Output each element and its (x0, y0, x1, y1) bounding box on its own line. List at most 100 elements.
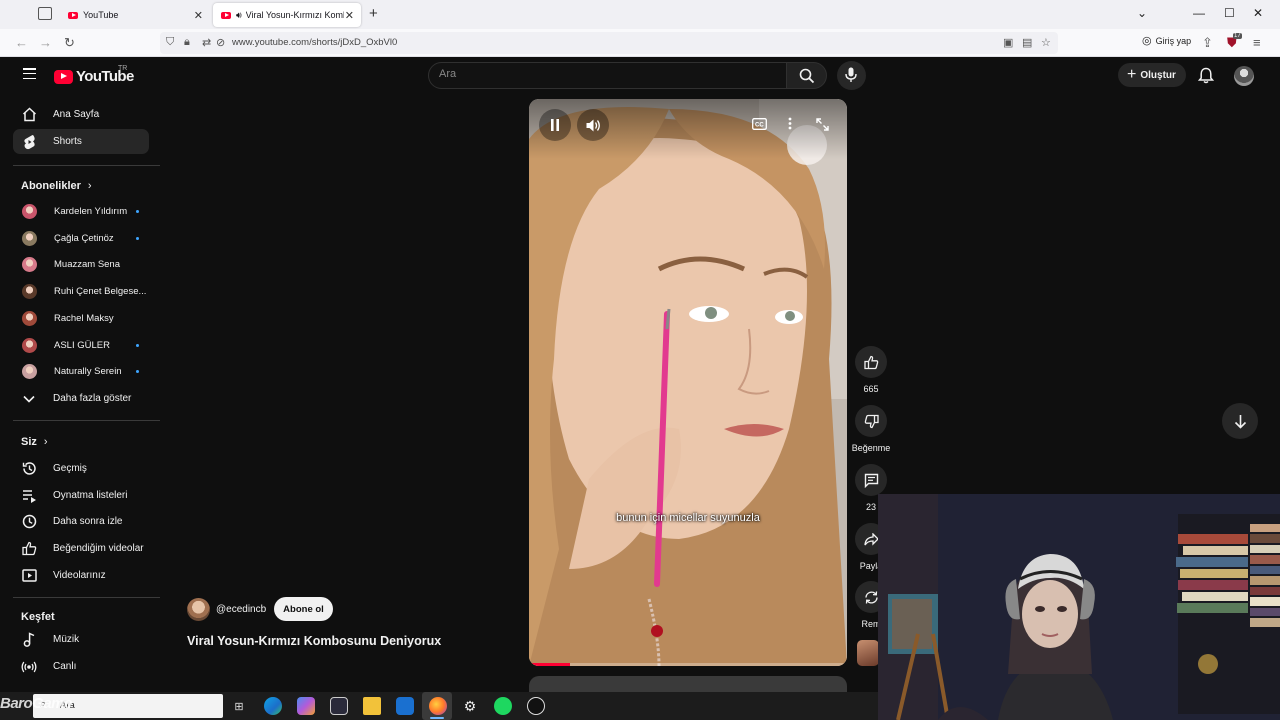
extensions-icon[interactable]: ⇪ (1202, 35, 1213, 51)
subscription-item[interactable]: Çağla Çetinöz (13, 226, 149, 251)
voice-search-button[interactable] (837, 61, 866, 90)
search-button[interactable] (786, 62, 827, 89)
file-explorer-icon[interactable] (363, 697, 381, 715)
channel-avatar (22, 231, 37, 246)
speaker-icon[interactable]: 🔊︎ (236, 10, 242, 21)
next-short-button[interactable] (1222, 403, 1258, 439)
channel-avatar (22, 311, 37, 326)
sidebar-divider (13, 597, 160, 598)
notifications-bell-icon[interactable] (1198, 67, 1214, 84)
live-icon (21, 659, 37, 675)
captions-button[interactable]: CC (752, 118, 767, 133)
home-icon (21, 107, 37, 123)
you-heading[interactable]: Siz › (21, 436, 48, 448)
new-tab-button[interactable]: + (369, 5, 378, 22)
channel-avatar (22, 284, 37, 299)
short-title[interactable]: Viral Yosun-Kırmızı Kombosunu Deniyorux (187, 634, 441, 648)
chevron-right-icon: › (43, 436, 48, 448)
comments-button[interactable] (855, 464, 887, 496)
close-tab-icon[interactable]: ✕ (345, 9, 354, 22)
bookmark-star-icon[interactable]: ☆ (1041, 36, 1051, 49)
sidebar-item-watch-later[interactable]: Daha sonra izle (13, 509, 149, 534)
task-view-icon[interactable]: ⊞ (230, 697, 248, 715)
thumbs-up-icon (21, 541, 37, 557)
reload-icon[interactable]: ↻ (64, 35, 75, 51)
subscription-name: Naturally Serein (54, 366, 122, 377)
autoplay-blocked-icon[interactable]: ⊘ (216, 36, 225, 49)
subscription-item[interactable]: Kardelen Yıldırım (13, 199, 149, 224)
subscription-item[interactable]: ASLI GÜLER (13, 333, 149, 358)
sidebar-item-home[interactable]: Ana Sayfa (13, 102, 149, 127)
search-box[interactable] (428, 62, 787, 89)
tab-youtube[interactable]: YouTube ✕ (60, 3, 210, 27)
sidebar-item-liked-videos[interactable]: Beğendiğim videolar (13, 536, 149, 561)
search-input[interactable] (439, 68, 739, 80)
permissions-icon[interactable]: ⇄ (202, 36, 211, 49)
extension-badge: 17 (1233, 33, 1242, 39)
close-window-button[interactable]: ✕ (1253, 6, 1263, 20)
channel-thumbnail[interactable] (857, 640, 879, 666)
subscribe-button[interactable]: Abone ol (274, 597, 333, 621)
pause-button[interactable] (539, 109, 571, 141)
channel-name[interactable]: @ecedincb (216, 604, 266, 615)
copilot-icon[interactable] (297, 697, 315, 715)
reader-view-icon[interactable]: ▤ (1022, 36, 1032, 49)
obs-icon[interactable] (527, 697, 545, 715)
show-more-button[interactable]: Daha fazla göster (13, 386, 149, 411)
like-button[interactable] (855, 346, 887, 378)
subscription-item[interactable]: Muazzam Sena (13, 252, 149, 277)
like-count: 665 (863, 384, 879, 394)
picture-in-picture-icon[interactable]: ▣ (1003, 36, 1013, 49)
sidebar-item-music[interactable]: Müzik (13, 627, 149, 652)
subscription-item[interactable]: Ruhi Çenet Belgese... (13, 279, 149, 304)
youtube-logo[interactable]: YouTube TR (54, 65, 134, 85)
sidebar-item-history[interactable]: Geçmiş (13, 456, 149, 481)
fullscreen-button[interactable] (816, 118, 829, 134)
sidebar-item-playlists[interactable]: Oynatma listeleri (13, 483, 149, 508)
edge-icon[interactable] (264, 697, 282, 715)
firefox-icon[interactable] (429, 697, 447, 715)
channel-avatar[interactable] (187, 598, 210, 621)
plus-icon: + (1127, 66, 1137, 83)
sidebar-item-label: Canlı (53, 661, 77, 672)
youtube-favicon-icon (68, 11, 78, 19)
sidebar-item-live[interactable]: Canlı (13, 654, 149, 679)
volume-icon (586, 119, 600, 131)
lock-icon[interactable]: 🔒︎ (184, 36, 190, 49)
url-text[interactable]: www.youtube.com/shorts/jDxD_OxbVl0 (232, 37, 397, 48)
avatar[interactable] (1234, 66, 1254, 86)
store-icon[interactable] (330, 697, 348, 715)
shield-icon[interactable]: ⛉ (166, 36, 174, 49)
create-button[interactable]: + Oluştur (1118, 63, 1186, 87)
new-content-dot (136, 210, 139, 213)
menu-icon[interactable]: ≡ (1253, 35, 1261, 50)
maximize-button[interactable]: ☐ (1224, 6, 1235, 20)
guide-menu-icon[interactable] (23, 68, 37, 80)
account-button[interactable]: ◎ Giriş yap (1142, 34, 1191, 47)
volume-button[interactable] (577, 109, 609, 141)
spotify-icon[interactable] (494, 697, 512, 715)
more-options-button[interactable] (788, 117, 792, 133)
settings-gear-icon[interactable]: ⚙ (461, 697, 479, 715)
sidebar-item-shorts[interactable]: Shorts (13, 129, 149, 154)
video-progress-bar[interactable] (529, 663, 847, 666)
mail-icon[interactable] (396, 697, 414, 715)
tab-viral-yosun[interactable]: 🔊︎ Viral Yosun-Kırmızı Kombos ✕ (213, 3, 361, 27)
firefox-view-icon[interactable] (38, 7, 52, 20)
back-icon[interactable]: ← (15, 35, 28, 50)
minimize-button[interactable]: — (1193, 6, 1205, 20)
expand-icon (816, 118, 829, 131)
tab-list-chevron-icon[interactable]: ⌄ (1137, 6, 1147, 20)
chevron-right-icon: › (87, 180, 92, 192)
subscription-item[interactable]: Rachel Maksy (13, 306, 149, 331)
shorts-video-player[interactable]: CC bunun için micellar suyunuzla (529, 99, 847, 666)
forward-icon[interactable]: → (39, 35, 52, 50)
address-bar[interactable]: ⛉ 🔒︎ ⇄ ⊘ www.youtube.com/shorts/jDxD_Oxb… (160, 32, 1058, 54)
close-tab-icon[interactable]: ✕ (194, 9, 203, 22)
sidebar-item-your-videos[interactable]: Videolarınız (13, 563, 149, 588)
subscription-item[interactable]: Naturally Serein (13, 359, 149, 384)
login-label: Giriş yap (1155, 35, 1192, 46)
dislike-action: Beğenme (852, 405, 890, 453)
subscriptions-heading[interactable]: Abonelikler › (21, 180, 92, 192)
dislike-button[interactable] (855, 405, 887, 437)
